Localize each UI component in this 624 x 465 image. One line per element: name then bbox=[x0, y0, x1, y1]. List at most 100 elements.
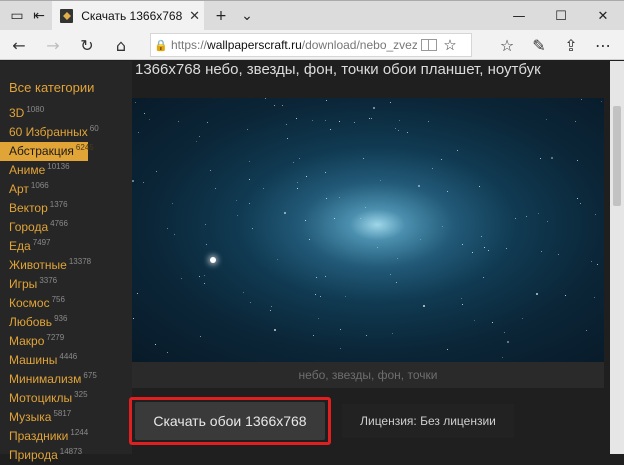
tab-close-icon[interactable]: ✕ bbox=[185, 9, 204, 24]
more-menu-icon[interactable]: ⋯ bbox=[588, 30, 618, 60]
category-count: 60 bbox=[89, 124, 99, 133]
address-bar[interactable]: 🔒 https://wallpaperscraft.ru/download/ne… bbox=[150, 33, 472, 57]
category-count: 5817 bbox=[53, 409, 72, 418]
url-prefix: https:// bbox=[171, 38, 208, 52]
star-dot bbox=[447, 191, 448, 192]
sidebar-category-item[interactable]: Машины 4446 bbox=[0, 351, 132, 370]
back-arrow-icon[interactable]: ← bbox=[4, 30, 34, 60]
bright-star bbox=[210, 257, 216, 263]
star-dot bbox=[363, 158, 364, 159]
share-icon[interactable]: ⇪ bbox=[556, 30, 586, 60]
title-bar: ▭ ⇤ Скачать 1366x768 небо ✕ + ⌄ — ☐ ✕ bbox=[0, 0, 624, 31]
category-count: 675 bbox=[83, 371, 97, 380]
star-dot bbox=[390, 274, 391, 275]
sidebar-category-item[interactable]: 3D 1080 bbox=[0, 104, 132, 123]
category-count: 10136 bbox=[47, 162, 70, 171]
all-categories-link[interactable]: Все категории bbox=[9, 80, 94, 95]
star-dot bbox=[536, 293, 538, 295]
star-dot bbox=[392, 333, 393, 334]
sidebar-category-item[interactable]: Абстракция 6245 bbox=[0, 142, 94, 161]
star-dot bbox=[263, 188, 264, 189]
category-count: 1244 bbox=[70, 428, 89, 437]
star-dot bbox=[137, 293, 138, 294]
sidebar-category-item[interactable]: Музыка 5817 bbox=[0, 408, 132, 427]
star-dot bbox=[369, 118, 370, 119]
sidebar-category-item[interactable]: Мотоциклы 325 bbox=[0, 389, 132, 408]
category-count: 1080 bbox=[26, 105, 45, 114]
star-dot bbox=[167, 228, 168, 229]
category-label: Музыка bbox=[9, 410, 52, 424]
star-dot bbox=[339, 197, 340, 198]
sidebar-category-item[interactable]: Вектор 1376 bbox=[0, 199, 132, 218]
favorite-star-icon[interactable]: ☆ bbox=[437, 36, 463, 54]
star-dot bbox=[199, 276, 200, 277]
pen-notes-icon[interactable]: ✎ bbox=[524, 30, 554, 60]
star-dot bbox=[320, 296, 321, 297]
sidebar-category-item[interactable]: Аниме 10136 bbox=[0, 161, 132, 180]
scrollbar[interactable] bbox=[610, 61, 624, 454]
category-count: 756 bbox=[51, 295, 65, 304]
sidebar-category-item[interactable]: Природа 14873 bbox=[0, 446, 132, 465]
sidebar-category-item[interactable]: Макро 7279 bbox=[0, 332, 132, 351]
navigation-bar: ← → ↻ ⌂ 🔒 https://wallpaperscraft.ru/dow… bbox=[0, 30, 624, 60]
star-dot bbox=[306, 176, 307, 177]
star-dot bbox=[472, 252, 473, 253]
star-dot bbox=[181, 278, 182, 279]
sidebar-category-item[interactable]: Игры 3376 bbox=[0, 275, 132, 294]
home-icon[interactable]: ⌂ bbox=[106, 30, 136, 60]
star-dot bbox=[236, 200, 237, 201]
close-window-icon[interactable]: ✕ bbox=[582, 1, 624, 31]
star-dot bbox=[143, 182, 144, 183]
refresh-icon[interactable]: ↻ bbox=[72, 30, 102, 60]
star-dot bbox=[138, 132, 139, 133]
star-dot bbox=[286, 124, 287, 125]
main-content: 1366x768 небо, звезды, фон, точки обои п… bbox=[132, 61, 610, 454]
forward-arrow-icon[interactable]: → bbox=[38, 30, 68, 60]
category-label: Минимализм bbox=[9, 372, 82, 386]
star-dot bbox=[432, 168, 433, 169]
sidebar-category-item[interactable]: Праздники 1244 bbox=[0, 427, 132, 446]
sidebar-category-item[interactable]: Еда 7497 bbox=[0, 237, 132, 256]
star-dot bbox=[601, 101, 602, 102]
sidebar-category-item[interactable]: Города 4766 bbox=[0, 218, 132, 237]
sidebar-category-item[interactable]: Животные 13378 bbox=[0, 256, 132, 275]
star-dot bbox=[249, 161, 250, 162]
star-dot bbox=[390, 102, 391, 103]
maximize-icon[interactable]: ☐ bbox=[540, 1, 582, 31]
star-dot bbox=[133, 318, 134, 319]
sidebar-category-item[interactable]: Любовь 936 bbox=[0, 313, 132, 332]
wallpaper-image[interactable] bbox=[132, 98, 604, 362]
category-count: 6245 bbox=[75, 143, 94, 152]
tab-list-chevron-icon[interactable]: ⌄ bbox=[232, 1, 262, 31]
scroll-thumb[interactable] bbox=[613, 106, 621, 206]
star-dot bbox=[237, 215, 238, 216]
minimize-icon[interactable]: — bbox=[498, 1, 540, 31]
star-dot bbox=[540, 158, 541, 159]
sidebar-category-item[interactable]: Космос 756 bbox=[0, 294, 132, 313]
star-dot bbox=[354, 122, 355, 123]
category-label: Животные bbox=[9, 258, 67, 272]
tags-line[interactable]: небо, звезды, фон, точки bbox=[132, 362, 604, 388]
category-label: Арт bbox=[9, 182, 29, 196]
category-count: 1066 bbox=[30, 181, 49, 190]
star-dot bbox=[287, 138, 288, 139]
star-dot bbox=[396, 282, 397, 283]
category-label: Любовь bbox=[9, 315, 53, 329]
reading-view-icon[interactable] bbox=[421, 39, 437, 51]
star-dot bbox=[204, 283, 205, 284]
sidebar-category-item[interactable]: 60 Избранных 60 bbox=[0, 123, 132, 142]
star-dot bbox=[551, 157, 553, 159]
sidebar-category-item[interactable]: Минимализм 675 bbox=[0, 370, 132, 389]
category-label: Вектор bbox=[9, 201, 48, 215]
category-label: Абстракция bbox=[9, 144, 74, 158]
category-count: 325 bbox=[74, 390, 88, 399]
favorites-list-icon[interactable]: ☆ bbox=[492, 30, 522, 60]
sidebar-category-item[interactable]: Арт 1066 bbox=[0, 180, 132, 199]
star-dot bbox=[515, 218, 516, 219]
star-dot bbox=[441, 159, 442, 160]
star-dot bbox=[309, 239, 310, 240]
url-text[interactable]: https://wallpaperscraft.ru/download/nebo… bbox=[171, 38, 417, 52]
tab-aside-icon[interactable]: ⇤ bbox=[24, 1, 54, 31]
lock-icon: 🔒 bbox=[154, 38, 168, 52]
browser-tab[interactable]: Скачать 1366x768 небо ✕ bbox=[52, 1, 204, 31]
